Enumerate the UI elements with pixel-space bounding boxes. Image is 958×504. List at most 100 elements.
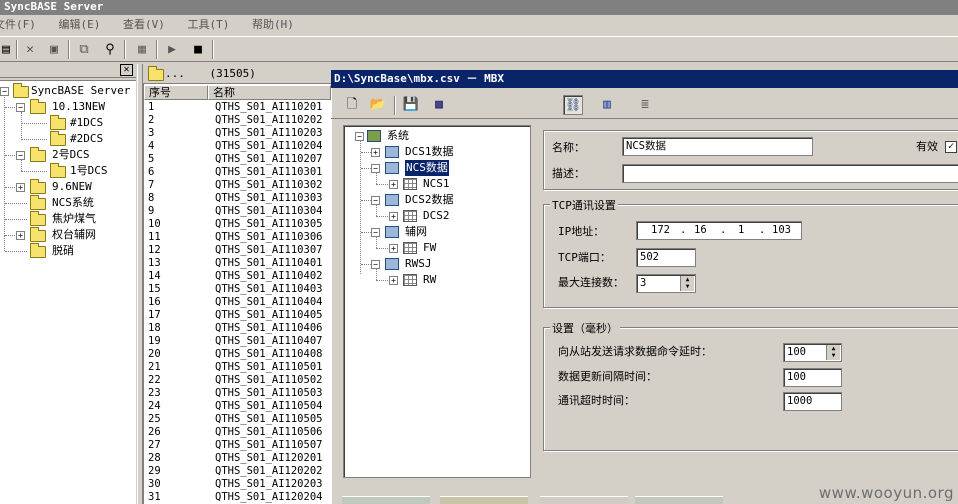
delete-icon[interactable]: ✕ <box>20 40 40 59</box>
menu-view[interactable]: 查看(V) <box>123 15 165 35</box>
table-row[interactable]: 12 QTHS_S01_AI110307 <box>148 244 330 257</box>
spin-icon[interactable]: ▲ ▼ <box>680 276 694 291</box>
menu-edit[interactable]: 编辑(E) <box>59 15 101 35</box>
ip-octet[interactable]: 103 <box>772 222 791 239</box>
spin-icon[interactable]: ▲ ▼ <box>826 345 840 360</box>
table-row[interactable]: 19 QTHS_S01_AI110407 <box>148 335 330 348</box>
collapse-icon[interactable]: − <box>0 87 9 96</box>
menu-help[interactable]: 帮助(H) <box>252 15 294 35</box>
collapse-icon[interactable]: − <box>371 260 380 269</box>
ip-address-field[interactable]: 172 . 16 . 1 . 103 <box>636 221 802 240</box>
delay-stepper[interactable]: 100 ▲ ▼ <box>783 343 842 362</box>
table-row[interactable]: 17 QTHS_S01_AI110405 <box>148 309 330 322</box>
network-view-icon[interactable]: ⛓ <box>563 95 583 115</box>
name-field[interactable]: NCS数据 <box>622 137 813 156</box>
chart-icon[interactable]: ▥ <box>597 95 617 115</box>
table-row[interactable]: 11 QTHS_S01_AI110306 <box>148 231 330 244</box>
table-row[interactable]: 31 QTHS_S01_AI120204 <box>148 491 330 504</box>
table-row[interactable]: 22 QTHS_S01_AI110502 <box>148 374 330 387</box>
collapse-icon[interactable]: − <box>16 103 25 112</box>
save-icon[interactable]: 💾 <box>401 95 421 115</box>
tree-root[interactable]: 系统 <box>387 128 409 144</box>
bottom-button[interactable] <box>342 496 430 504</box>
table-row[interactable]: 8 QTHS_S01_AI110303 <box>148 192 330 205</box>
tree-item[interactable]: 2号DCS <box>52 147 90 163</box>
bottom-button[interactable] <box>635 496 723 504</box>
table-row[interactable]: 6 QTHS_S01_AI110301 <box>148 166 330 179</box>
table-row[interactable]: 2 QTHS_S01_AI110202 <box>148 114 330 127</box>
expand-icon[interactable]: + <box>389 276 398 285</box>
tree-item[interactable]: 辅网 <box>405 224 427 240</box>
table-row[interactable]: 27 QTHS_S01_AI110507 <box>148 439 330 452</box>
collapse-icon[interactable]: − <box>355 132 364 141</box>
port-field[interactable]: 502 <box>636 248 696 267</box>
table-row[interactable]: 29 QTHS_S01_AI120202 <box>148 465 330 478</box>
new-icon[interactable]: ▤ <box>0 40 16 59</box>
tree-item[interactable]: DCS2数据 <box>405 192 454 208</box>
tree-item[interactable]: 权台辅网 <box>52 227 96 243</box>
run-icon[interactable]: ▶ <box>162 40 182 59</box>
tree-item[interactable]: 1号DCS <box>70 163 108 179</box>
table-row[interactable]: 25 QTHS_S01_AI110505 <box>148 413 330 426</box>
table-row[interactable]: 15 QTHS_S01_AI110403 <box>148 283 330 296</box>
collapse-icon[interactable]: − <box>371 196 380 205</box>
tree-item[interactable]: 脱硝 <box>52 243 74 259</box>
stop-icon[interactable]: ■ <box>188 40 208 59</box>
bottom-button[interactable] <box>440 496 528 504</box>
tree-item-selected[interactable]: NCS数据 <box>405 160 449 176</box>
table-row[interactable]: 23 QTHS_S01_AI110503 <box>148 387 330 400</box>
collapse-icon[interactable]: − <box>371 164 380 173</box>
save-as-icon[interactable]: ▩ <box>429 95 449 115</box>
tree-item[interactable]: RWSJ <box>405 256 432 272</box>
expand-icon[interactable]: + <box>389 212 398 221</box>
table-row[interactable]: 24 QTHS_S01_AI110504 <box>148 400 330 413</box>
update-interval-field[interactable]: 100 <box>783 368 842 387</box>
table-row[interactable]: 21 QTHS_S01_AI110501 <box>148 361 330 374</box>
ip-octet[interactable]: 16 <box>694 222 707 239</box>
desc-field[interactable] <box>622 164 958 183</box>
table-row[interactable]: 10 QTHS_S01_AI110305 <box>148 218 330 231</box>
copy-icon[interactable]: ⧉ <box>74 40 94 59</box>
menu-tools[interactable]: 工具(T) <box>188 15 230 35</box>
collapse-icon[interactable]: − <box>371 228 380 237</box>
expand-icon[interactable]: + <box>389 180 398 189</box>
new-file-icon[interactable]: 🗋 <box>342 95 362 115</box>
tree-item[interactable]: 10.13NEW <box>52 99 105 115</box>
menu-file[interactable]: 文件(F) <box>0 15 36 35</box>
expand-icon[interactable]: + <box>371 148 380 157</box>
expand-icon[interactable]: + <box>16 231 25 240</box>
table-row[interactable]: 16 QTHS_S01_AI110404 <box>148 296 330 309</box>
table-row[interactable]: 9 QTHS_S01_AI110304 <box>148 205 330 218</box>
tree-item[interactable]: DCS2 <box>423 208 450 224</box>
table-row[interactable]: 7 QTHS_S01_AI110302 <box>148 179 330 192</box>
tree-item[interactable]: NCS1 <box>423 176 450 192</box>
properties-icon[interactable]: ▣ <box>44 40 64 59</box>
find-icon[interactable]: ⚲ <box>100 40 120 59</box>
tree-item[interactable]: #2DCS <box>70 131 103 147</box>
table-row[interactable]: 1 QTHS_S01_AI110201 <box>148 101 330 114</box>
tree-item[interactable]: 9.6NEW <box>52 179 92 195</box>
table-row[interactable]: 13 QTHS_S01_AI110401 <box>148 257 330 270</box>
ip-octet[interactable]: 1 <box>738 222 744 239</box>
timeout-field[interactable]: 1000 <box>783 392 842 411</box>
tree-item[interactable]: DCS1数据 <box>405 144 454 160</box>
ip-octet[interactable]: 172 <box>651 222 670 239</box>
table-row[interactable]: 14 QTHS_S01_AI110402 <box>148 270 330 283</box>
tree-item[interactable]: 焦炉煤气 <box>52 211 96 227</box>
table-row[interactable]: 26 QTHS_S01_AI110506 <box>148 426 330 439</box>
tree-item[interactable]: #1DCS <box>70 115 103 131</box>
collapse-icon[interactable]: − <box>16 151 25 160</box>
table-row[interactable]: 4 QTHS_S01_AI110204 <box>148 140 330 153</box>
table-row[interactable]: 30 QTHS_S01_AI120203 <box>148 478 330 491</box>
table-row[interactable]: 20 QTHS_S01_AI110408 <box>148 348 330 361</box>
screen-icon[interactable]: ▦ <box>132 40 152 59</box>
column-header-name[interactable]: 名称 <box>208 85 331 100</box>
expand-icon[interactable]: + <box>389 244 398 253</box>
tree-item[interactable]: NCS系统 <box>52 195 94 211</box>
open-folder-icon[interactable]: 📂 <box>368 95 388 115</box>
table-row[interactable]: 3 QTHS_S01_AI110203 <box>148 127 330 140</box>
column-header-index[interactable]: 序号 <box>144 85 208 100</box>
close-panel-icon[interactable]: ✕ <box>120 64 133 76</box>
table-row[interactable]: 18 QTHS_S01_AI110406 <box>148 322 330 335</box>
tree-item[interactable]: RW <box>423 272 436 288</box>
